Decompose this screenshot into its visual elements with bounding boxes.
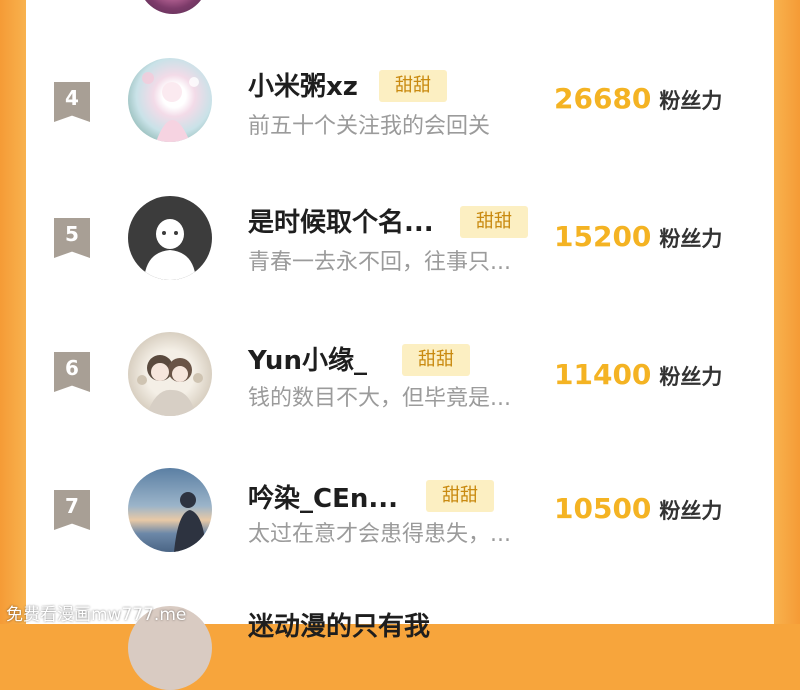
user-signature: 青春一去永不回，往事只... — [248, 250, 511, 275]
fans-label: 粉丝力 — [659, 227, 723, 251]
ranking-row[interactable]: 4 小米粥xz 甜甜 前五十个关注我的会回关 26680 粉丝力 — [26, 40, 774, 160]
tag-badge: 甜甜 — [426, 480, 494, 512]
fans-number: 10500 — [554, 492, 652, 525]
avatar-art — [142, 72, 199, 142]
user-name[interactable]: 是时候取个名... — [248, 202, 434, 239]
user-signature: 前五十个关注我的会回关 — [248, 114, 491, 139]
rank-number: 4 — [65, 86, 79, 110]
user-name[interactable]: Yun小缘_ — [248, 340, 367, 377]
user-name[interactable]: 吟染_CEn... — [248, 478, 398, 515]
watermark-text: 免费看漫画mw777.me — [6, 605, 187, 625]
fans-label: 粉丝力 — [659, 365, 723, 389]
avatar-art — [144, 219, 196, 280]
fans-power: 15200 粉丝力 — [554, 220, 774, 253]
tag-badge: 甜甜 — [379, 70, 447, 102]
fans-power: 11400 粉丝力 — [554, 358, 774, 391]
rank-number: 6 — [65, 356, 79, 380]
user-signature: 太过在意才会患得患失，... — [248, 522, 511, 547]
rank-number: 5 — [65, 222, 79, 246]
rank-badge: 7 — [54, 490, 90, 530]
avatar-default-silhouette-icon[interactable] — [128, 196, 212, 280]
ranking-row[interactable]: 5 是时候取个名... 甜甜 青春一去永不回，往事只... 15200 粉丝力 — [26, 176, 774, 296]
ranking-row[interactable]: 7 吟染_CEn... 甜甜 太过在意才会患得患失，... 10500 粉丝力 — [26, 452, 774, 572]
fans-power: 10500 粉丝力 — [554, 492, 774, 525]
user-signature: 钱的数目不大，但毕竟是... — [248, 386, 511, 411]
user-name[interactable]: 小米粥xz — [248, 66, 358, 103]
right-frame — [774, 0, 800, 624]
tag-badge: 甜甜 — [460, 206, 528, 238]
rank-badge: 4 — [54, 82, 90, 122]
rank-badge: 6 — [54, 352, 90, 392]
fans-number: 26680 — [554, 82, 652, 115]
fans-power: 26680 粉丝力 — [554, 82, 774, 115]
tag-badge: 甜甜 — [402, 344, 470, 376]
fans-number: 11400 — [554, 358, 652, 391]
ranking-row[interactable]: 6 Yun小缘_ 甜甜 钱的数目不大，但毕竟是... 11400 粉丝力 — [26, 314, 774, 434]
avatar-anime-pair-icon[interactable] — [128, 332, 212, 416]
avatar-art — [137, 355, 203, 416]
rank-number: 7 — [65, 494, 79, 518]
fans-label: 粉丝力 — [659, 89, 723, 113]
fans-number: 15200 — [554, 220, 652, 253]
user-name-partial[interactable]: 迷动漫的只有我 — [248, 606, 430, 643]
avatar-sunset-silhouette-icon[interactable] — [128, 468, 212, 552]
avatar-girl-pink-icon[interactable] — [128, 58, 212, 142]
avatar-art — [174, 492, 206, 552]
left-frame — [0, 0, 26, 624]
fans-label: 粉丝力 — [659, 499, 723, 523]
rank-badge: 5 — [54, 218, 90, 258]
